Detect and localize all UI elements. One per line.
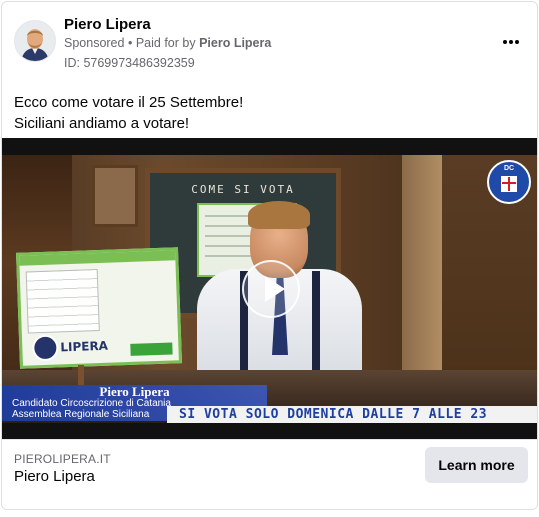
avatar-portrait-icon (15, 21, 55, 61)
lower-third-role: Assemblea Regionale Siciliana (12, 409, 150, 420)
learn-more-button[interactable]: Learn more (425, 447, 528, 483)
more-horizontal-icon (503, 40, 507, 44)
caption-line: Ecco come votare il 25 Settembre! (14, 94, 244, 111)
link-footer[interactable]: PIEROLIPERA.IT Piero Lipera Learn more (2, 439, 537, 509)
ballot-poster: LIPERA (16, 247, 182, 369)
sponsored-line: Sponsored • Paid for by Piero Lipera (64, 36, 271, 50)
crusader-shield-icon (501, 176, 517, 192)
dc-party-logo-icon: DC (487, 160, 531, 204)
poster-ballot-grid (25, 269, 100, 334)
ticker-banner: SI VOTA SOLO DOMENICA DALLE 7 ALLE 23 (167, 406, 537, 423)
dc-logo-text: DC (503, 165, 515, 172)
paid-for-name: Piero Lipera (199, 36, 272, 50)
person-hair (248, 201, 310, 229)
poster-green-label (130, 342, 173, 356)
more-dot (509, 40, 513, 44)
page-avatar[interactable] (14, 20, 56, 62)
lower-third-role: Candidato Circoscrizione di Catania (12, 398, 171, 409)
play-button[interactable] (242, 260, 300, 318)
post-header: Piero Lipera Sponsored • Paid for by Pie… (2, 2, 537, 82)
link-title: Piero Lipera (14, 468, 95, 485)
caption-line: Siciliani andiamo a votare! (14, 115, 190, 132)
more-dot (515, 40, 519, 44)
more-options-button[interactable] (497, 28, 525, 56)
sponsored-label[interactable]: Sponsored (64, 36, 124, 50)
video-player[interactable]: COME SI VOTA LIPERA DC Piero Lipera Cand… (2, 138, 537, 439)
link-domain: PIEROLIPERA.IT (14, 452, 111, 466)
lower-third-name: Piero Lipera (99, 384, 170, 399)
ticker-text: SI VOTA SOLO DOMENICA DALLE 7 ALLE 23 (179, 407, 488, 422)
ad-card: Piero Lipera Sponsored • Paid for by Pie… (1, 1, 538, 510)
poster-candidate-name: LIPERA (60, 338, 109, 355)
page-name[interactable]: Piero Lipera (64, 16, 151, 33)
wall-picture (92, 165, 138, 227)
cross-vertical (508, 177, 510, 191)
blackboard-title: COME SI VOTA (191, 183, 295, 196)
poster-header-bar (19, 250, 176, 266)
ad-id: ID: 5769973486392359 (64, 56, 195, 70)
party-logo-icon (31, 334, 59, 362)
paid-for-prefix: Paid for by (135, 36, 196, 50)
cross-horizontal (502, 182, 516, 184)
suspender-right (312, 271, 320, 371)
post-caption: Ecco come votare il 25 Settembre! Sicili… (14, 92, 243, 134)
separator-dot: • (127, 36, 133, 50)
play-icon (265, 276, 285, 302)
